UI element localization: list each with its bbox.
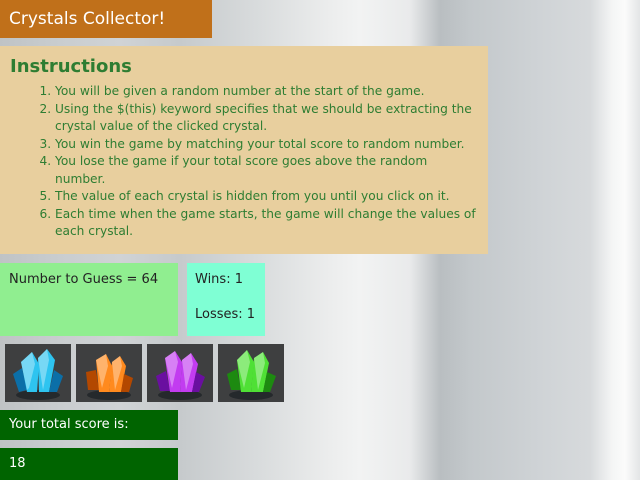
game-title: Crystals Collector! xyxy=(0,0,212,38)
instruction-item: The value of each crystal is hidden from… xyxy=(55,188,478,206)
instruction-item: Each time when the game starts, the game… xyxy=(55,206,478,241)
purple-crystal-icon xyxy=(156,351,205,400)
wins-counter: Wins: 1 xyxy=(195,272,243,287)
orange-crystal-button[interactable] xyxy=(76,344,142,402)
total-score-label: Your total score is: xyxy=(0,410,178,440)
green-crystal-icon xyxy=(227,350,276,400)
green-crystal-button[interactable] xyxy=(218,344,284,402)
instructions-panel: Instructions You will be given a random … xyxy=(0,46,488,254)
number-to-guess: Number to Guess = 64 xyxy=(0,263,178,336)
instruction-item: You win the game by matching your total … xyxy=(55,136,478,154)
instructions-list: You will be given a random number at the… xyxy=(10,83,478,241)
orange-crystal-icon xyxy=(86,354,133,400)
instruction-item: Using the $(this) keyword specifies that… xyxy=(55,101,478,136)
instruction-item: You will be given a random number at the… xyxy=(55,83,478,101)
instructions-heading: Instructions xyxy=(10,56,132,77)
stats-panel: Wins: 1 Losses: 1 xyxy=(187,263,265,336)
instruction-item: You lose the game if your total score go… xyxy=(55,153,478,188)
purple-crystal-button[interactable] xyxy=(147,344,213,402)
losses-counter: Losses: 1 xyxy=(195,307,256,322)
blue-crystal-icon xyxy=(13,349,63,400)
blue-crystal-button[interactable] xyxy=(5,344,71,402)
total-score-value: 18 xyxy=(0,448,178,480)
